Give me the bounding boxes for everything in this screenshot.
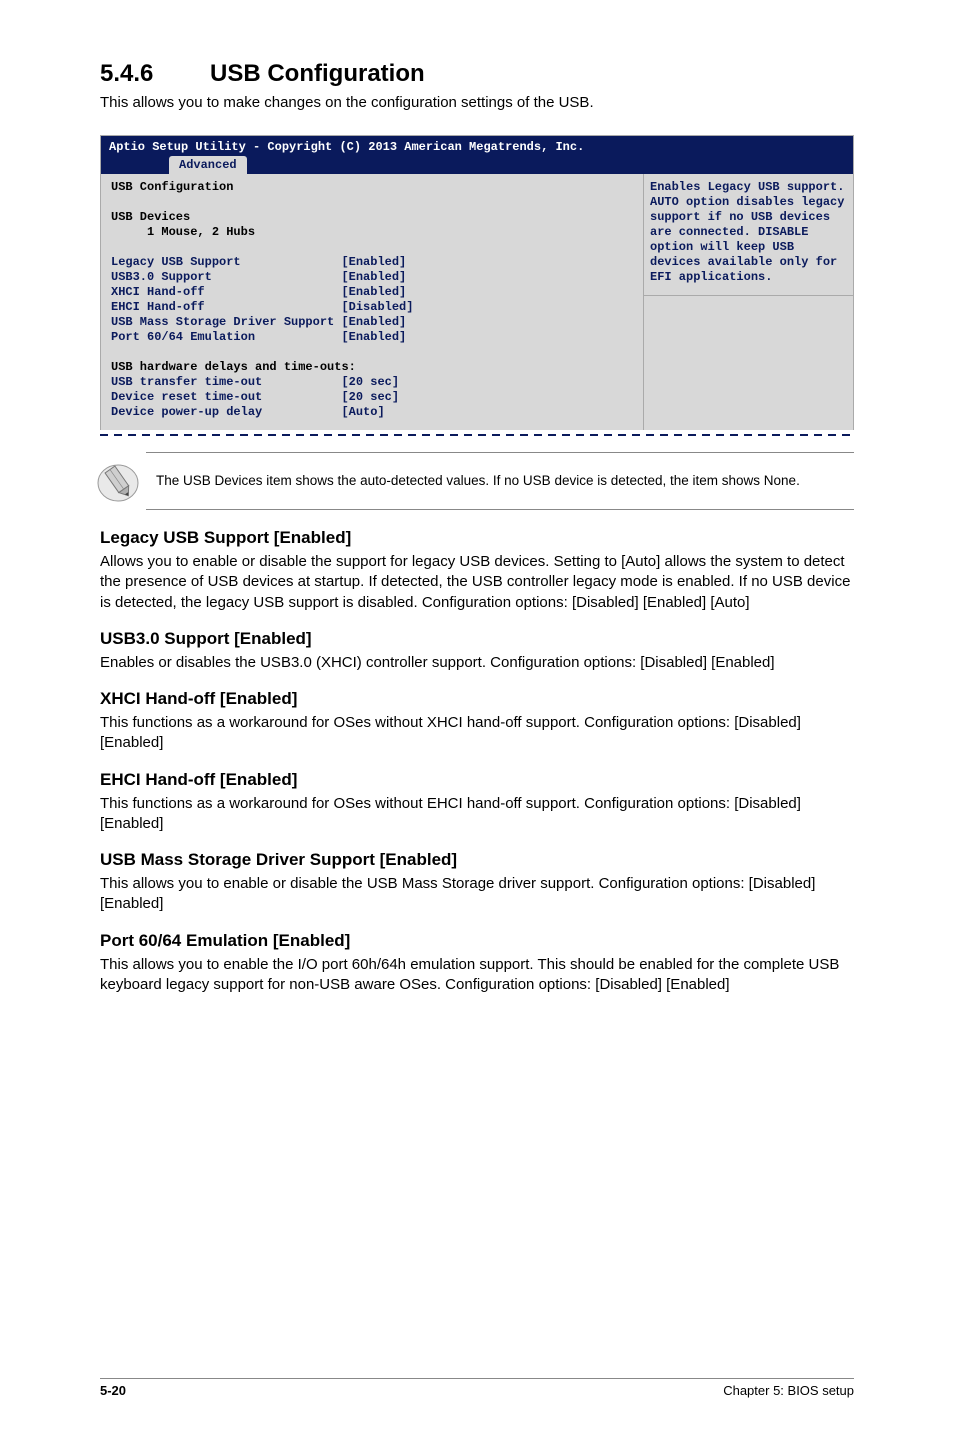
subsection-body: Allows you to enable or disable the supp…: [100, 552, 854, 613]
footer-page-number: 5-20: [100, 1383, 126, 1398]
bios-screenshot: Aptio Setup Utility - Copyright (C) 2013…: [100, 135, 854, 430]
bios-timeouts-title: USB hardware delays and time-outs:: [111, 360, 356, 374]
subsection-heading: USB Mass Storage Driver Support [Enabled…: [100, 850, 854, 870]
note-text: The USB Devices item shows the auto-dete…: [146, 472, 800, 491]
bios-tab-advanced[interactable]: Advanced: [169, 156, 247, 175]
bios-header: Aptio Setup Utility - Copyright (C) 2013…: [101, 136, 853, 155]
page-footer: 5-20 Chapter 5: BIOS setup: [100, 1378, 854, 1398]
note-row: The USB Devices item shows the auto-dete…: [146, 452, 854, 510]
subsection-heading: Legacy USB Support [Enabled]: [100, 528, 854, 548]
bios-devices-value: 1 Mouse, 2 Hubs: [111, 225, 255, 239]
subsection-heading: USB3.0 Support [Enabled]: [100, 629, 854, 649]
bios-item-2[interactable]: XHCI Hand-off [Enabled]: [111, 285, 406, 299]
section-heading: 5.4.6USB Configuration: [100, 60, 854, 88]
footer-chapter: Chapter 5: BIOS setup: [723, 1383, 854, 1398]
bios-item-4[interactable]: USB Mass Storage Driver Support [Enabled…: [111, 315, 406, 329]
page: 5.4.6USB Configuration This allows you t…: [0, 0, 954, 1438]
bios-item-0[interactable]: Legacy USB Support [Enabled]: [111, 255, 406, 269]
bios-help-panel: Enables Legacy USB support. AUTO option …: [643, 174, 853, 430]
bios-item-5[interactable]: Port 60/64 Emulation [Enabled]: [111, 330, 406, 344]
subsection-body: This allows you to enable or disable the…: [100, 874, 854, 915]
section-title: USB Configuration: [210, 60, 425, 87]
subsection-body: This functions as a workaround for OSes …: [100, 794, 854, 835]
bios-help-text: Enables Legacy USB support. AUTO option …: [650, 180, 847, 285]
bios-timeout-0[interactable]: USB transfer time-out [20 sec]: [111, 375, 399, 389]
bios-timeout-2[interactable]: Device power-up delay [Auto]: [111, 405, 385, 419]
subsection-heading: Port 60/64 Emulation [Enabled]: [100, 931, 854, 951]
subsection-heading: XHCI Hand-off [Enabled]: [100, 689, 854, 709]
bios-header-text: Aptio Setup Utility - Copyright (C) 2013…: [109, 140, 584, 154]
bios-cfg-title: USB Configuration: [111, 180, 233, 194]
bios-timeout-1[interactable]: Device reset time-out [20 sec]: [111, 390, 399, 404]
bios-devices-label: USB Devices: [111, 210, 190, 224]
bios-item-3[interactable]: EHCI Hand-off [Disabled]: [111, 300, 413, 314]
bios-item-1[interactable]: USB3.0 Support [Enabled]: [111, 270, 406, 284]
subsection-heading: EHCI Hand-off [Enabled]: [100, 770, 854, 790]
bios-tab-row: Advanced: [101, 155, 853, 174]
subsections-container: Legacy USB Support [Enabled] Allows you t…: [100, 528, 854, 995]
note-icon-wrap: [90, 459, 146, 503]
bios-body: USB Configuration USB Devices 1 Mouse, 2…: [101, 174, 853, 430]
bios-bottom-edge: [100, 434, 854, 436]
section-intro: This allows you to make changes on the c…: [100, 94, 854, 111]
bios-left-panel: USB Configuration USB Devices 1 Mouse, 2…: [101, 174, 643, 430]
bios-help-divider: [644, 295, 853, 296]
subsection-body: This allows you to enable the I/O port 6…: [100, 955, 854, 996]
pencil-note-icon: [96, 459, 140, 503]
subsection-body: This functions as a workaround for OSes …: [100, 713, 854, 754]
subsection-body: Enables or disables the USB3.0 (XHCI) co…: [100, 653, 854, 673]
section-number: 5.4.6: [100, 60, 210, 88]
